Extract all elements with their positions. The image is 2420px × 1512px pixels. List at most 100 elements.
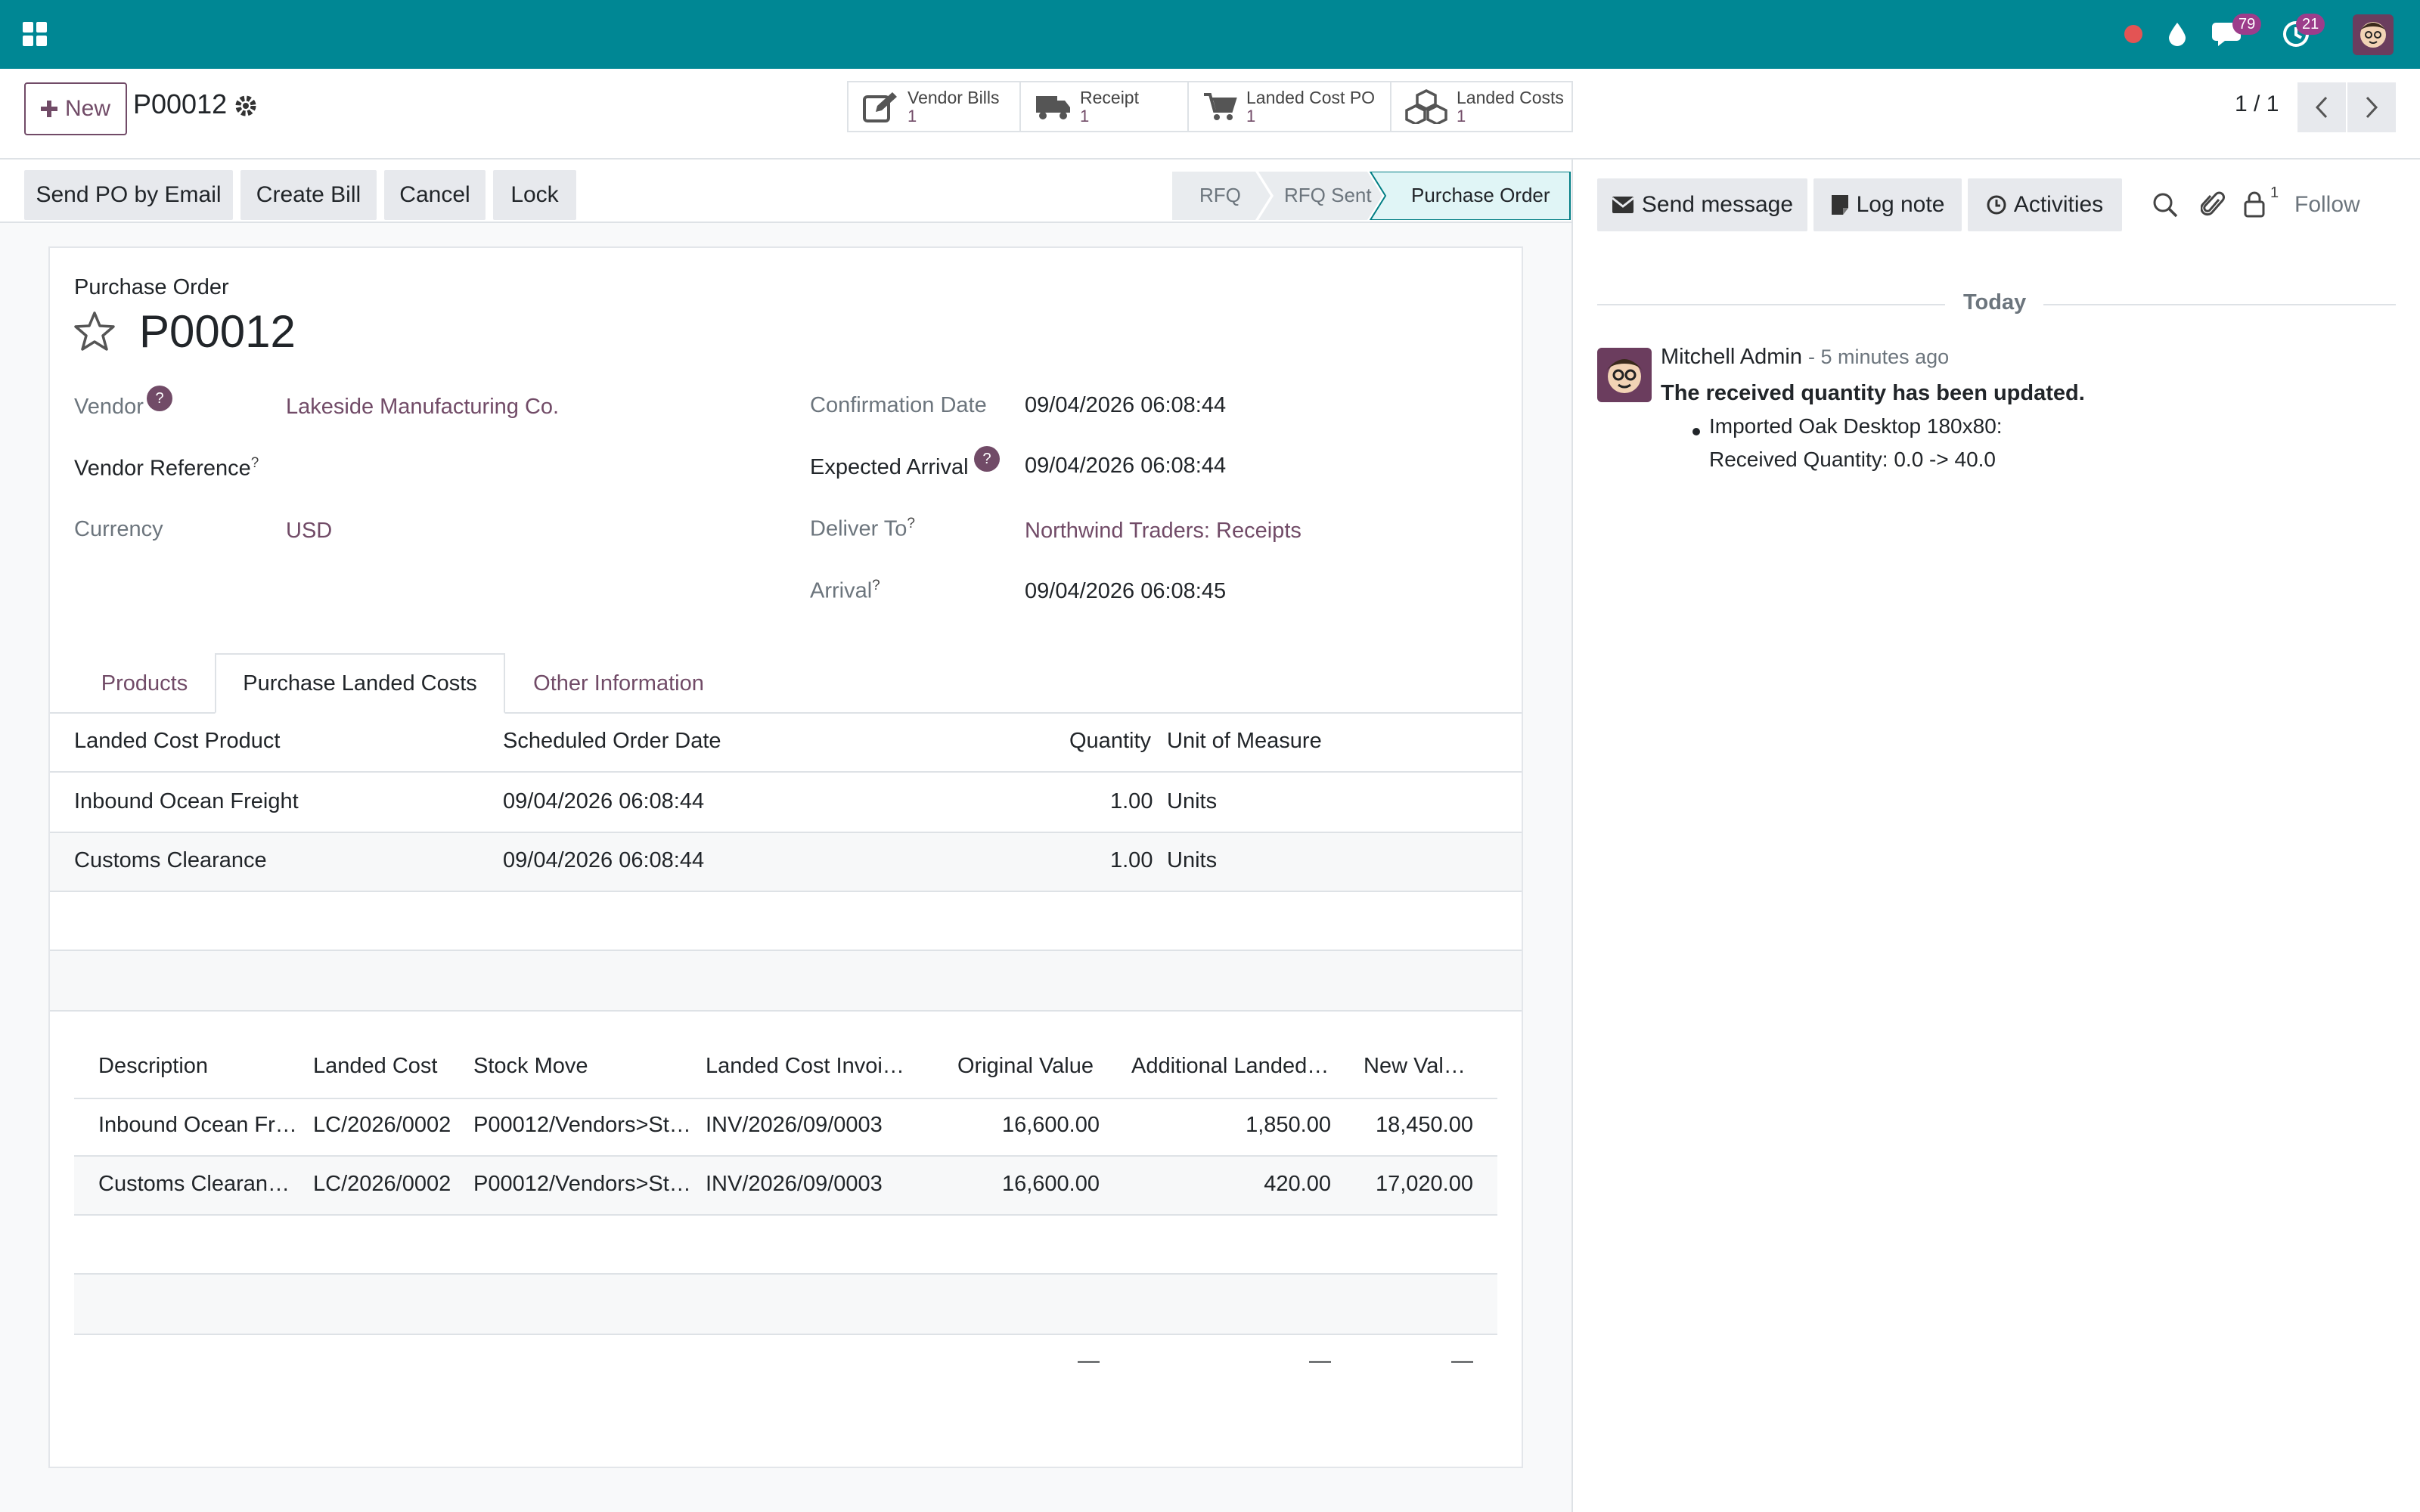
deliver-to-field[interactable]: Northwind Traders: Receipts xyxy=(1025,519,1302,544)
table-cell-original-value[interactable]: 16,600.00 xyxy=(1002,1113,1100,1138)
cart-icon xyxy=(1204,93,1237,120)
author-avatar[interactable] xyxy=(1597,348,1652,406)
column-header-stock-move[interactable]: Stock Move xyxy=(473,1054,588,1079)
table-cell-additional-landed-cost[interactable]: 420.00 xyxy=(1264,1172,1331,1197)
table-cell-product[interactable]: Customs Clearance xyxy=(74,848,267,873)
confirmation-date-field: 09/04/2026 06:08:44 xyxy=(1025,393,1227,417)
column-header-description[interactable]: Description xyxy=(98,1054,208,1079)
column-header-quantity[interactable]: Quantity xyxy=(1069,729,1151,754)
tab-other-information[interactable]: Other Information xyxy=(505,653,732,714)
landed-cost-po-smart-button[interactable]: Landed Cost PO 1 xyxy=(1187,81,1392,132)
stage-rfq-sent[interactable]: RFQ Sent xyxy=(1284,172,1372,218)
column-header-unit-of-measure[interactable]: Unit of Measure xyxy=(1167,729,1322,754)
send-po-by-email-button[interactable]: Send PO by Email xyxy=(24,170,233,220)
cubes-icon xyxy=(1405,89,1447,124)
table-cell-landed-cost[interactable]: LC/2026/0002 xyxy=(313,1172,451,1197)
table-cell-new-value[interactable]: 18,450.00 xyxy=(1376,1113,1473,1138)
landed-costs-smart-button[interactable]: Landed Costs 1 xyxy=(1390,81,1573,132)
table-cell-uom[interactable]: Units xyxy=(1167,789,1217,814)
table-cell-additional-landed-cost[interactable]: 1,850.00 xyxy=(1246,1113,1331,1138)
activities-count-badge: 21 xyxy=(2296,14,2325,35)
follow-button[interactable]: Follow xyxy=(2294,192,2360,218)
search-icon[interactable] xyxy=(2152,192,2178,222)
landed-cost-po-count: 1 xyxy=(1246,107,1256,125)
table-cell-product[interactable]: Inbound Ocean Freight xyxy=(74,789,299,814)
table-cell-description[interactable]: Inbound Ocean Fr… xyxy=(98,1113,297,1138)
log-note-button[interactable]: Log note xyxy=(1813,178,1962,231)
tab-purchase-landed-costs[interactable]: Purchase Landed Costs xyxy=(215,653,505,714)
log-note-label: Log note xyxy=(1856,192,1945,217)
table-cell-new-value[interactable]: 17,020.00 xyxy=(1376,1172,1473,1197)
table-cell-invoice[interactable]: INV/2026/09/0003 xyxy=(706,1172,883,1197)
table-cell-original-value[interactable]: 16,600.00 xyxy=(1002,1172,1100,1197)
pager-next-button[interactable] xyxy=(2347,82,2396,132)
column-header-landed-cost-invoice[interactable]: Landed Cost Invoi… xyxy=(706,1054,904,1079)
receipt-count: 1 xyxy=(1080,107,1090,125)
message-item-line-2: Received Quantity: 0.0 -> 40.0 xyxy=(1709,448,1996,471)
record-status-dot-icon[interactable] xyxy=(2122,15,2145,53)
create-bill-button[interactable]: Create Bill xyxy=(240,170,377,220)
paperclip-icon[interactable] xyxy=(2200,191,2225,222)
stage-rfq[interactable]: RFQ xyxy=(1199,172,1241,218)
deliver-to-label: Deliver To? xyxy=(810,516,915,542)
help-question-icon[interactable]: ? xyxy=(974,446,1000,472)
tooltip-marker[interactable]: ? xyxy=(872,578,880,593)
user-avatar[interactable] xyxy=(2352,14,2394,56)
column-header-original-value[interactable]: Original Value xyxy=(957,1054,1094,1079)
table-cell-stock-move[interactable]: P00012/Vendors>St… xyxy=(473,1113,691,1138)
lock-followers-icon[interactable] xyxy=(2243,191,2266,222)
expected-arrival-field[interactable]: 09/04/2026 06:08:44 xyxy=(1025,454,1226,479)
table-cell-stock-move[interactable]: P00012/Vendors>St… xyxy=(473,1172,691,1197)
record-type-label: Purchase Order xyxy=(74,275,229,299)
send-message-button[interactable]: Send message xyxy=(1597,178,1807,231)
vendor-field[interactable]: Lakeside Manufacturing Co. xyxy=(286,395,559,420)
table-cell-date[interactable]: 09/04/2026 06:08:44 xyxy=(503,789,704,814)
new-button[interactable]: New xyxy=(24,82,127,135)
cancel-button[interactable]: Cancel xyxy=(384,170,486,220)
star-icon[interactable] xyxy=(73,310,116,358)
table-cell-date[interactable]: 09/04/2026 06:08:44 xyxy=(503,848,704,873)
table-cell-invoice[interactable]: INV/2026/09/0003 xyxy=(706,1113,883,1138)
table-cell-quantity[interactable]: 1.00 xyxy=(1110,848,1153,873)
lock-button[interactable]: Lock xyxy=(493,170,576,220)
tooltip-marker[interactable]: ? xyxy=(251,455,259,471)
message-author[interactable]: Mitchell Admin xyxy=(1661,345,1802,369)
control-panel: New P00012 Vendor Bills 1 Receipt 1 Landed… xyxy=(0,69,2420,160)
tooltip-marker[interactable]: ? xyxy=(907,516,915,531)
tab-products[interactable]: Products xyxy=(74,653,215,714)
column-header-landed-cost-product[interactable]: Landed Cost Product xyxy=(74,729,280,754)
table-cell-uom[interactable]: Units xyxy=(1167,848,1217,873)
breadcrumb-record-name: P00012 xyxy=(133,88,228,119)
arrival-label-text: Arrival xyxy=(810,578,873,603)
table-cell-quantity[interactable]: 1.00 xyxy=(1110,789,1153,814)
water-drop-icon[interactable] xyxy=(2166,15,2189,53)
pager-previous-button[interactable] xyxy=(2297,82,2346,132)
column-header-scheduled-order-date[interactable]: Scheduled Order Date xyxy=(503,729,721,754)
vendor-bills-smart-button[interactable]: Vendor Bills 1 xyxy=(847,81,1021,132)
date-separator-line xyxy=(1597,304,1945,305)
column-header-new-value[interactable]: New Val… xyxy=(1364,1054,1466,1079)
table-cell-description[interactable]: Customs Clearan… xyxy=(98,1172,290,1197)
help-question-icon[interactable]: ? xyxy=(147,386,172,411)
vendor-label: Vendor xyxy=(74,395,144,419)
message-item-line-1: Imported Oak Desktop 180x80: xyxy=(1709,414,2003,438)
arrival-field: 09/04/2026 06:08:45 xyxy=(1025,579,1227,603)
stage-purchase-order[interactable]: Purchase Order xyxy=(1411,172,1550,218)
table-divider xyxy=(50,891,1522,892)
column-header-landed-cost[interactable]: Landed Cost xyxy=(313,1054,437,1079)
activities-button[interactable]: Activities xyxy=(1968,178,2122,231)
confirmation-date-label: Confirmation Date xyxy=(810,393,987,417)
table-cell-landed-cost[interactable]: LC/2026/0002 xyxy=(313,1113,451,1138)
pager-value[interactable]: 1 / 1 xyxy=(2235,91,2279,117)
column-header-additional-landed-cost[interactable]: Additional Landed… xyxy=(1131,1054,1329,1079)
gear-icon[interactable] xyxy=(234,94,257,121)
apps-grid-icon[interactable] xyxy=(18,15,51,53)
table-divider xyxy=(74,1214,1497,1216)
clock-icon xyxy=(1987,195,2006,215)
receipt-smart-button[interactable]: Receipt 1 xyxy=(1019,81,1189,132)
currency-field[interactable]: USD xyxy=(286,519,332,544)
table-row-background xyxy=(50,833,1522,891)
message-header: Mitchell Admin - 5 minutes ago xyxy=(1661,345,1949,370)
record-title: P00012 xyxy=(139,306,296,357)
landed-costs-count: 1 xyxy=(1457,107,1466,125)
